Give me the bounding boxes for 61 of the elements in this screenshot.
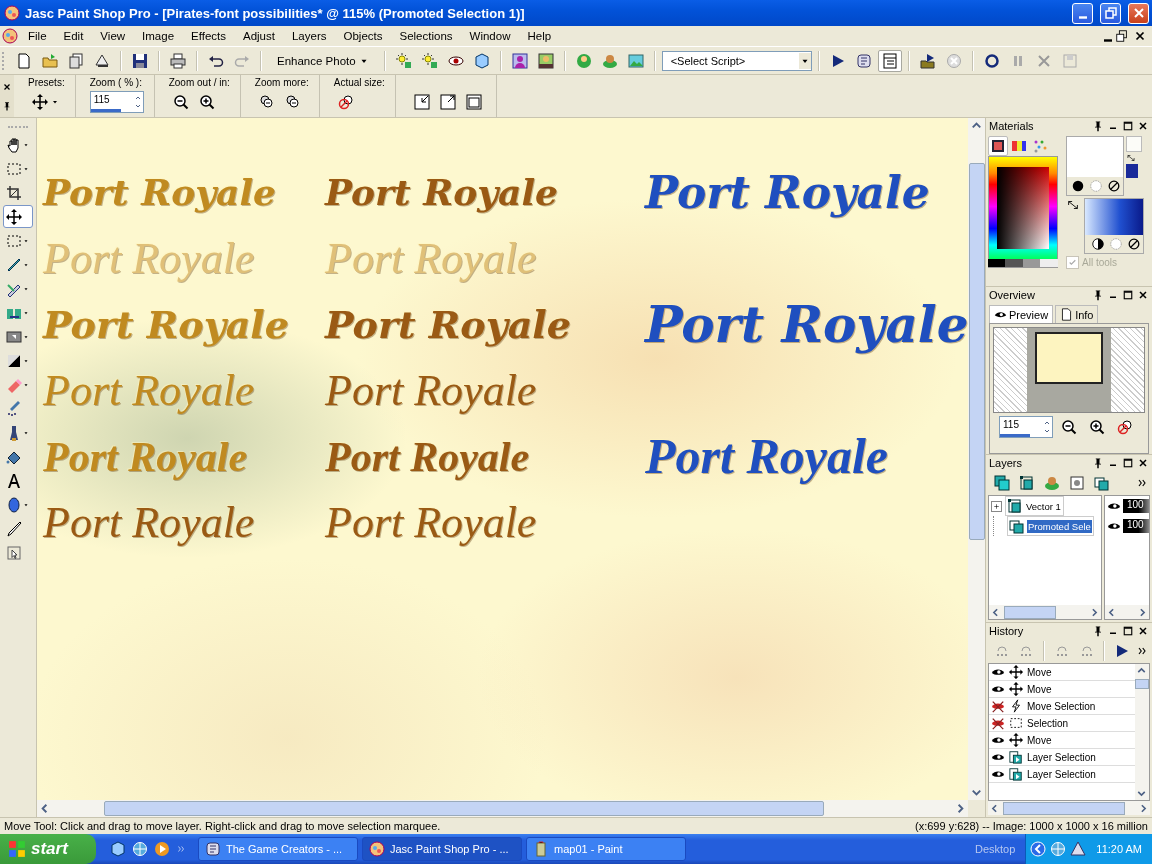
history-item[interactable]: Move (989, 681, 1135, 698)
checkbox-label: All tools (1082, 257, 1117, 268)
zoom-field[interactable]: 115 (999, 416, 1053, 438)
image-canvas[interactable]: Port Royale Port Royale Port Royale Port Royale Port Royale Port Royale Port Royale Port Royale Port Royale Port Royale Port Royale Port Royale Port Royale Port Royale Port Royale (37, 118, 968, 800)
script-dropdown[interactable]: <Select Script> (661, 50, 812, 71)
option-label: Zoom ( % ): (89, 77, 143, 89)
panel-title: Overview (989, 289, 1035, 301)
menu-item[interactable]: Adjust (235, 30, 282, 42)
zoom-field[interactable]: 115 (89, 91, 144, 113)
menu-item[interactable]: Effects (183, 30, 233, 42)
decorative-text: Port Royale (43, 303, 289, 347)
panel-title: History (989, 625, 1024, 637)
history-item[interactable]: Selection (989, 715, 1135, 732)
option-label: Zoom more: (254, 77, 309, 89)
menu-item[interactable]: Help (519, 30, 559, 42)
decorative-text: Port Royale (325, 497, 537, 549)
history-item[interactable]: Move Selection (989, 698, 1135, 715)
decorative-text: Port Royale (325, 172, 558, 214)
option-label: Actual size: (333, 77, 385, 89)
window-title: Jasc Paint Shop Pro - [Pirates-font possibilities* @ 115% (Promoted Selection 1)] (25, 5, 525, 21)
menu-item[interactable]: Image (134, 30, 182, 42)
history-item[interactable]: Move (989, 664, 1135, 681)
panel-tab[interactable]: Preview (989, 305, 1054, 323)
layer-item[interactable]: Promoted Sele (1007, 516, 1094, 536)
enhance-photo-menu[interactable]: Enhance Photo (268, 49, 378, 72)
panel-title: Layers (989, 457, 1023, 469)
decorative-text: Port Royale (43, 365, 255, 417)
decorative-text: Port Royale (325, 365, 537, 417)
taskbar-button[interactable]: map01 - Paint (526, 837, 686, 861)
menu-item[interactable]: File (20, 30, 54, 42)
decorative-text: Port Royale (325, 233, 537, 285)
opacity-slider[interactable]: 100 (1123, 499, 1149, 513)
taskbar-button[interactable]: Jasc Paint Shop Pro - ... (362, 837, 522, 861)
history-item[interactable]: Layer Selection (989, 749, 1135, 766)
history-item[interactable]: Move (989, 732, 1135, 749)
decorative-text: Port Royale (43, 233, 255, 285)
status-info: (x:699 y:628) -- Image: 1000 x 1000 x 16 million (915, 820, 1148, 832)
menu-item[interactable]: Selections (391, 30, 460, 42)
panel-tab[interactable]: Info (1055, 305, 1099, 323)
layer-item[interactable]: Vector 1 (1005, 496, 1064, 516)
decorative-text: Port Royale (43, 172, 276, 214)
menu-item[interactable]: Objects (335, 30, 390, 42)
panel-title: Materials (989, 120, 1034, 132)
taskbar-button[interactable]: The Game Creators - ... (198, 837, 358, 861)
decorative-text: Port Royale (325, 432, 530, 482)
decorative-text: Port Royale (644, 428, 889, 486)
option-label: Presets: (28, 77, 65, 89)
menu-item[interactable]: View (92, 30, 133, 42)
history-item[interactable]: Layer Selection (989, 766, 1135, 783)
decorative-text: Port Royale (43, 432, 248, 482)
clock: 11:20 AM (1095, 843, 1142, 855)
opacity-slider[interactable]: 100 (1123, 519, 1149, 533)
menu-item[interactable]: Edit (55, 30, 91, 42)
menu-item[interactable]: Window (461, 30, 518, 42)
option-label: Zoom out / in: (168, 77, 230, 89)
decorative-text: Port Royale (643, 296, 968, 354)
status-text: Move Tool: Click and drag to move layer. Right-click and drag to move selection marquee. (4, 820, 441, 832)
decorative-text: Port Royale (43, 497, 255, 549)
decorative-text: Port Royale (643, 167, 930, 219)
menu-item[interactable]: Layers (283, 30, 334, 42)
decorative-text: Port Royale (325, 303, 571, 347)
